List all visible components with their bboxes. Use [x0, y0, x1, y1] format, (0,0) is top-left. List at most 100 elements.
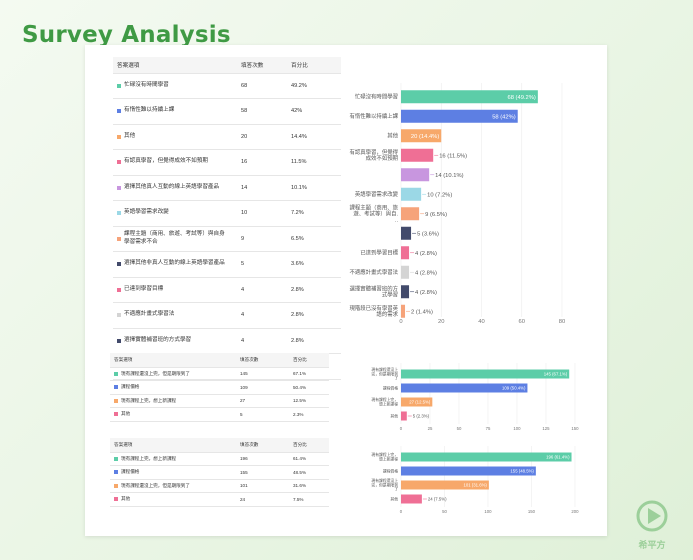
x-tick-label: 0 — [400, 509, 403, 514]
legend-swatch — [117, 185, 121, 190]
table-body: 忙碌沒有時間學習 68 49.2% 有惰性難以持續上課 58 42% 其他 20 14.4% 有認… — [113, 73, 341, 380]
chart-svg: 0 20 40 60 80 忙碌沒有時間學習 68 (49.2%) 有惰性難以持續上課 58 (… — [349, 83, 565, 325]
bar — [401, 285, 410, 299]
option-cell: 英語學習需求改變 — [113, 200, 237, 227]
chart-svg: 0 25 50 75 100 125 150 現有課程還沒上完，但是期限到了 145 (67.1… — [371, 363, 579, 431]
option-label: 已達到學習目標 — [124, 285, 164, 292]
logo-icon — [636, 500, 668, 532]
percent-cell: 2.8% — [287, 277, 341, 303]
percent-cell: 2.8% — [287, 302, 341, 329]
table-row: 現有課程上完，想上新課程 196 61.4% — [110, 452, 329, 466]
category-label: 現有課程還沒上完，但是期限到了 — [371, 478, 398, 492]
table-header-row: 答案選項 填答次數 百分比 — [113, 57, 341, 74]
percent-cell: 14.4% — [287, 124, 341, 150]
count-cell: 5 — [236, 407, 289, 422]
table-row: 其他 20 14.4% — [113, 124, 341, 150]
bar-chart-reasons: 0 20 40 60 80 忙碌沒有時間學習 68 (49.2%) 有惰性難以持續上課 58 (… — [347, 73, 567, 335]
data-label: 5 (3.6%) — [417, 231, 439, 237]
brand-logo: 希平方 — [632, 496, 672, 554]
percent-cell: 48.5% — [289, 465, 329, 480]
option-label: 課程價格 — [121, 469, 140, 475]
data-label: 16 (11.5%) — [439, 153, 467, 159]
data-label: 4 (2.8%) — [415, 251, 437, 257]
table-body: 現有課程上完，想上新課程 196 61.4% 課程價格 155 48.5% 現有課程還沒上完… — [110, 452, 329, 507]
legend-swatch — [117, 160, 121, 165]
legend-swatch — [117, 109, 121, 114]
legend-swatch — [117, 211, 121, 216]
category-label: 忙碌沒有時間學習 — [355, 93, 398, 101]
count-cell: 14 — [237, 175, 287, 201]
x-tick-label: 75 — [486, 426, 491, 431]
option-label: 有認真學習，但覺得成效不如預期 — [124, 158, 208, 165]
option-cell: 現有課程上完，想上新課程 — [110, 394, 236, 408]
option-cell: 課程主題（商用、旅遊、考試等）與自身學習需求不合 — [113, 226, 237, 252]
option-cell: 有認真學習，但覺得成效不如預期 — [113, 149, 237, 176]
table-row: 現有課程還沒上完，但是期限到了 101 31.6% — [110, 479, 329, 493]
data-label: 68 (49.2%) — [507, 95, 535, 101]
table-row: 有認真學習，但覺得成效不如預期 16 11.5% — [113, 149, 341, 176]
legend-swatch — [117, 134, 121, 139]
category-label: 現階段已沒有學習英語的需求 — [349, 304, 398, 318]
col-header-percent: 百分比 — [287, 57, 341, 74]
data-label: 24 (7.5%) — [428, 497, 447, 502]
count-cell: 5 — [237, 251, 287, 278]
col-header-count: 填答次數 — [237, 57, 287, 74]
count-cell: 16 — [237, 149, 287, 176]
table-row: 不適應計畫式學習法 4 2.8% — [113, 302, 341, 329]
option-cell: 現有課程上完，想上新課程 — [110, 452, 236, 466]
x-tick-label: 40 — [478, 319, 484, 325]
percent-cell: 7.5% — [289, 492, 329, 507]
table-row: 其他 5 2.3% — [110, 407, 329, 422]
x-tick-label: 0 — [399, 319, 402, 325]
option-label: 忙碌沒有時間學習 — [124, 81, 169, 88]
percent-cell: 61.4% — [289, 452, 329, 466]
table-row: 其他 24 7.5% — [110, 492, 329, 507]
bar — [401, 226, 412, 240]
legend-swatch — [117, 236, 121, 241]
category-label: 其他 — [390, 413, 398, 418]
col-header-option: 答案選項 — [110, 438, 236, 453]
percent-cell: 42% — [287, 98, 341, 125]
category-label: 其他 — [390, 496, 398, 501]
col-header-option: 答案選項 — [110, 353, 236, 368]
x-tick-label: 150 — [528, 509, 536, 514]
count-cell: 58 — [237, 98, 287, 125]
col-header-option: 答案選項 — [113, 57, 237, 74]
option-cell: 其他 — [110, 407, 236, 422]
x-tick-label: 50 — [442, 509, 447, 514]
x-tick-label: 100 — [513, 426, 521, 431]
count-cell: 68 — [237, 73, 287, 99]
legend-swatch — [117, 83, 121, 88]
legend-swatch — [117, 338, 121, 343]
category-label: 課程價格 — [383, 385, 398, 390]
option-cell: 課程價格 — [110, 380, 236, 395]
data-label: 155 (48.5%) — [510, 469, 534, 474]
x-tick-label: 200 — [571, 509, 579, 514]
table-row: 英語學習需求改變 10 7.2% — [113, 200, 341, 227]
percent-cell: 11.5% — [287, 149, 341, 176]
col-header-percent: 百分比 — [289, 438, 329, 453]
count-cell: 20 — [237, 124, 287, 150]
count-cell: 9 — [237, 226, 287, 252]
option-cell: 選擇其他非真人互動的線上英語學習產品 — [113, 251, 237, 278]
legend-swatch — [114, 497, 118, 502]
data-label: 101 (31.6%) — [463, 483, 487, 488]
legend-swatch — [114, 456, 118, 461]
category-label: 已達到學習目標 — [360, 249, 398, 257]
percent-cell: 2.3% — [289, 407, 329, 422]
data-label: 2 (1.4%) — [411, 309, 433, 315]
option-label: 其他 — [121, 411, 131, 417]
option-label: 課程主題（商用、旅遊、考試等）與自身學習需求不合 — [124, 231, 225, 245]
option-cell: 現有課程還沒上完，但是期限到了 — [110, 367, 236, 381]
bar — [401, 246, 410, 260]
count-cell: 155 — [236, 465, 289, 480]
option-cell: 其他 — [110, 492, 236, 507]
bar — [401, 411, 407, 421]
table-not-renew: 答案選項 填答次數 百分比 現有課程還沒上完，但是期限到了 145 67.1% 課程價… — [110, 353, 329, 422]
legend-swatch — [117, 262, 121, 267]
option-label: 課程價格 — [121, 384, 140, 390]
option-label: 現有課程還沒上完，但是期限到了 — [121, 482, 190, 488]
bar — [401, 168, 430, 182]
percent-cell: 6.5% — [287, 226, 341, 252]
data-label: 109 (50.4%) — [502, 386, 526, 391]
